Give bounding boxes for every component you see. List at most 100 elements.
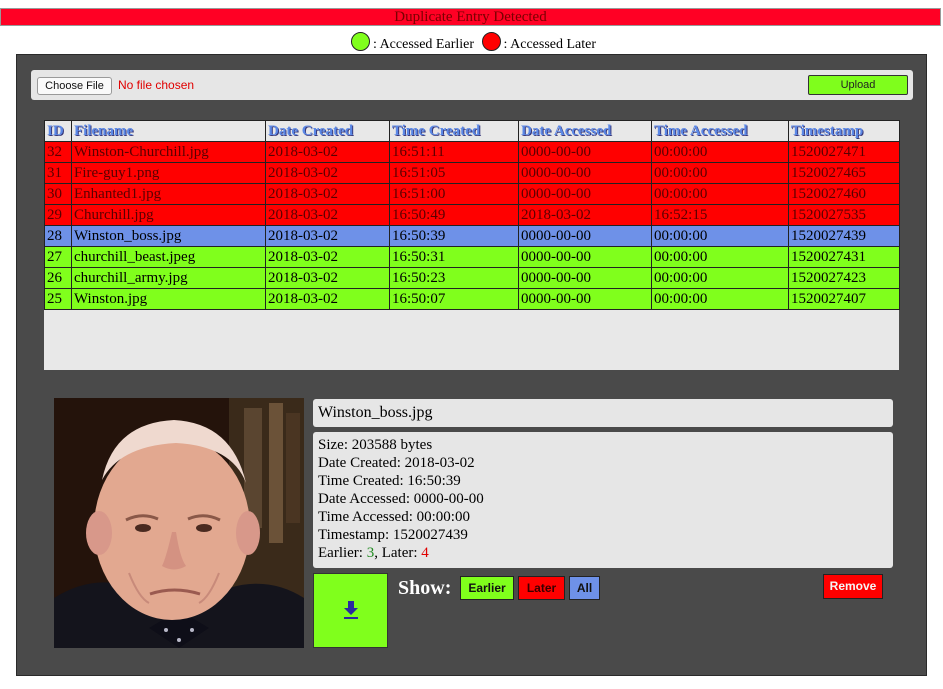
cell-time-created: 16:50:49: [389, 204, 519, 226]
cell-time-accessed: 16:52:15: [651, 204, 789, 226]
show-label: Show:: [398, 577, 452, 599]
cell-date-accessed: 0000-00-00: [518, 141, 652, 163]
cell-filename: Winston-Churchill.jpg: [71, 141, 266, 163]
table-row[interactable]: 25 Winston.jpg 2018-03-02 16:50:07 0000-00-0…: [44, 288, 900, 310]
table-row[interactable]: 32 Winston-Churchill.jpg 2018-03-02 16:51:1…: [44, 141, 900, 163]
cell-timestamp: 1520027471: [788, 141, 900, 163]
cell-filename: Fire-guy1.png: [71, 162, 266, 184]
show-later-button[interactable]: Later: [518, 576, 565, 600]
show-all-button[interactable]: All: [569, 576, 600, 600]
cell-id: 30: [44, 183, 72, 205]
cell-date-accessed: 2018-03-02: [518, 204, 652, 226]
cell-timestamp: 1520027423: [788, 267, 900, 289]
download-icon: [344, 601, 358, 619]
table-row[interactable]: 31 Fire-guy1.png 2018-03-02 16:51:05 0000-00…: [44, 162, 900, 184]
cell-time-accessed: 00:00:00: [651, 183, 789, 205]
cell-timestamp: 1520027407: [788, 288, 900, 310]
later-count: 4: [421, 545, 429, 561]
cell-id: 27: [44, 246, 72, 268]
header-date-accessed[interactable]: Date Accessed: [518, 120, 652, 142]
no-file-text: No file chosen: [118, 78, 195, 92]
table-row[interactable]: 28 Winston_boss.jpg 2018-03-02 16:50:39 0000…: [44, 225, 900, 247]
table-row[interactable]: 29 Churchill.jpg 2018-03-02 16:50:49 2018-03…: [44, 204, 900, 226]
cell-timestamp: 1520027535: [788, 204, 900, 226]
cell-time-created: 16:51:11: [389, 141, 519, 163]
detail-size: Size: 203588 bytes: [318, 437, 433, 453]
cell-date-created: 2018-03-02: [265, 225, 390, 247]
cell-id: 26: [44, 267, 72, 289]
selected-filename: Winston_boss.jpg: [313, 399, 893, 427]
header-filename[interactable]: Filename: [71, 120, 266, 142]
later-prefix: , Later:: [374, 545, 422, 561]
header-time-created[interactable]: Time Created: [389, 120, 519, 142]
cell-id: 28: [44, 225, 72, 247]
file-details: Size: 203588 bytes Date Created: 2018-03…: [313, 432, 893, 568]
cell-timestamp: 1520027465: [788, 162, 900, 184]
cell-date-created: 2018-03-02: [265, 204, 390, 226]
detail-date-accessed: Date Accessed: 0000-00-00: [318, 491, 484, 507]
cell-date-accessed: 0000-00-00: [518, 288, 652, 310]
show-earlier-button[interactable]: Earlier: [460, 576, 514, 600]
legend-earlier-label: : Accessed Earlier: [372, 37, 475, 52]
header-timestamp[interactable]: Timestamp: [788, 120, 900, 142]
cell-date-created: 2018-03-02: [265, 246, 390, 268]
cell-filename: churchill_beast.jpeg: [71, 246, 266, 268]
cell-id: 32: [44, 141, 72, 163]
table-row[interactable]: 26 churchill_army.jpg 2018-03-02 16:50:23 00…: [44, 267, 900, 289]
table-header-row: ID Filename Date Created Time Created Da…: [44, 120, 900, 142]
cell-date-accessed: 0000-00-00: [518, 267, 652, 289]
table-row[interactable]: 27 churchill_beast.jpeg 2018-03-02 16:50:31…: [44, 246, 900, 268]
cell-date-accessed: 0000-00-00: [518, 246, 652, 268]
cell-filename: Winston_boss.jpg: [71, 225, 266, 247]
cell-time-created: 16:51:05: [389, 162, 519, 184]
legend: : Accessed Earlier : Accessed Later: [0, 32, 943, 55]
cell-date-accessed: 0000-00-00: [518, 225, 652, 247]
header-time-accessed[interactable]: Time Accessed: [651, 120, 789, 142]
cell-time-accessed: 00:00:00: [651, 141, 789, 163]
cell-time-accessed: 00:00:00: [651, 162, 789, 184]
cell-id: 31: [44, 162, 72, 184]
portrait-image: [54, 398, 304, 648]
cell-time-accessed: 00:00:00: [651, 246, 789, 268]
cell-filename: Winston.jpg: [71, 288, 266, 310]
cell-time-created: 16:50:31: [389, 246, 519, 268]
cell-time-accessed: 00:00:00: [651, 225, 789, 247]
later-dot-icon: [481, 32, 501, 51]
cell-date-created: 2018-03-02: [265, 141, 390, 163]
cell-id: 25: [44, 288, 72, 310]
cell-timestamp: 1520027431: [788, 246, 900, 268]
cell-date-created: 2018-03-02: [265, 162, 390, 184]
duplicate-banner: Duplicate Entry Detected: [0, 8, 941, 26]
table-row[interactable]: 30 Enhanted1.jpg 2018-03-02 16:51:00 0000-00…: [44, 183, 900, 205]
files-table: ID Filename Date Created Time Created Da…: [44, 120, 900, 310]
detail-date-created: Date Created: 2018-03-02: [318, 455, 475, 471]
detail-timestamp: Timestamp: 1520027439: [318, 527, 468, 543]
upload-button[interactable]: Upload: [808, 75, 908, 95]
header-date-created[interactable]: Date Created: [265, 120, 390, 142]
cell-timestamp: 1520027439: [788, 225, 900, 247]
detail-time-created: Time Created: 16:50:39: [318, 473, 461, 489]
cell-time-accessed: 00:00:00: [651, 267, 789, 289]
cell-date-created: 2018-03-02: [265, 288, 390, 310]
detail-counts: Earlier: 3, Later: 4: [318, 544, 888, 562]
cell-time-created: 16:50:07: [389, 288, 519, 310]
cell-timestamp: 1520027460: [788, 183, 900, 205]
cell-date-created: 2018-03-02: [265, 183, 390, 205]
cell-filename: churchill_army.jpg: [71, 267, 266, 289]
legend-later-label: : Accessed Later: [503, 37, 597, 52]
cell-filename: Enhanted1.jpg: [71, 183, 266, 205]
remove-button[interactable]: Remove: [823, 574, 883, 599]
cell-time-created: 16:50:39: [389, 225, 519, 247]
detail-time-accessed: Time Accessed: 00:00:00: [318, 509, 470, 525]
download-button[interactable]: [313, 573, 388, 648]
header-id[interactable]: ID: [44, 120, 72, 142]
cell-time-accessed: 00:00:00: [651, 288, 789, 310]
earlier-dot-icon: [350, 32, 370, 51]
choose-file-button[interactable]: Choose File: [37, 77, 112, 95]
cell-id: 29: [44, 204, 72, 226]
cell-time-created: 16:51:00: [389, 183, 519, 205]
cell-date-created: 2018-03-02: [265, 267, 390, 289]
cell-time-created: 16:50:23: [389, 267, 519, 289]
cell-filename: Churchill.jpg: [71, 204, 266, 226]
earlier-prefix: Earlier:: [318, 545, 367, 561]
